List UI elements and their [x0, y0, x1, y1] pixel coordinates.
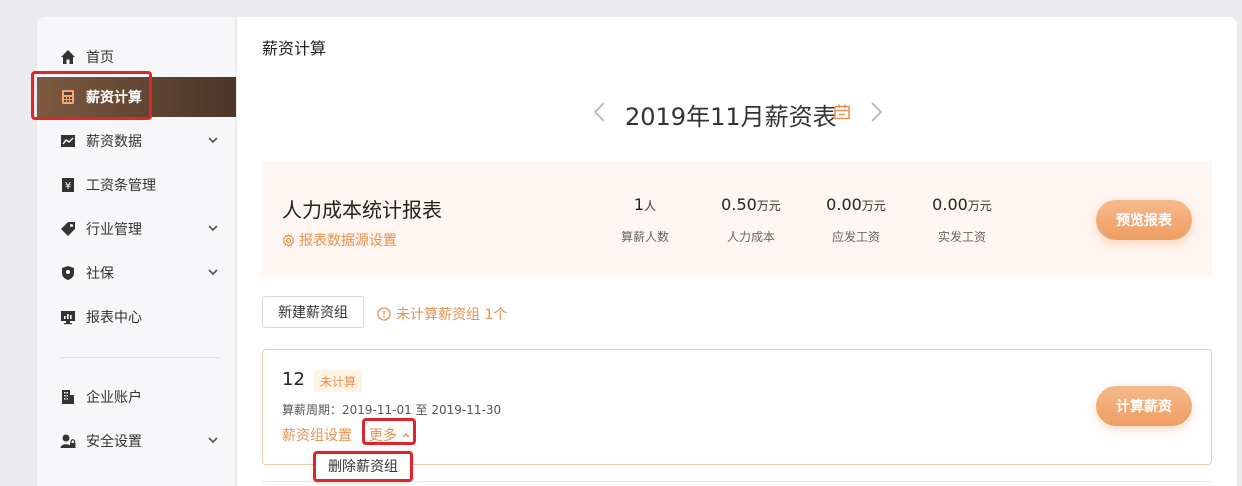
page-title: 薪资计算 — [262, 39, 327, 58]
sidebar-item-salary-calc[interactable]: 薪资计算 — [37, 77, 236, 117]
stat-value: 0.00 — [932, 195, 968, 214]
stat-value: 0.50 — [721, 195, 757, 214]
tag-icon — [60, 221, 76, 237]
building-icon — [60, 389, 76, 405]
stat-unit: 万元 — [861, 199, 886, 213]
sidebar-item-enterprise-account[interactable]: 企业账户 — [37, 377, 236, 417]
stat-value: 1 — [633, 195, 645, 214]
datasource-settings-link[interactable]: 报表数据源设置 — [282, 230, 397, 250]
payslip-icon: ¥ — [60, 177, 76, 193]
sidebar-item-payslip[interactable]: ¥ 工资条管理 — [37, 165, 236, 205]
sidebar-item-industry[interactable]: 行业管理 — [37, 209, 236, 249]
warning-icon — [377, 307, 391, 321]
svg-text:¥: ¥ — [65, 181, 71, 192]
sidebar-item-label: 薪资数据 — [86, 134, 142, 150]
user-lock-icon — [60, 433, 76, 449]
sidebar-item-label: 首页 — [86, 50, 114, 66]
sidebar-item-label: 工资条管理 — [86, 178, 156, 194]
calendar-icon[interactable] — [833, 103, 851, 121]
sidebar-item-report-center[interactable]: 报表中心 — [37, 297, 236, 337]
pending-groups-note: 未计算薪资组 1个 — [377, 304, 507, 324]
chevron-down-icon — [208, 137, 218, 144]
month-title: 2019年11月薪资表 — [625, 103, 837, 131]
stat-label: 人力成本 — [726, 230, 775, 244]
stat-label: 实发工资 — [937, 230, 986, 244]
sidebar-item-social-security[interactable]: 社保 — [37, 253, 236, 293]
stat-net-pay: 0.00万元 实发工资 — [912, 195, 1012, 245]
chevron-down-icon — [208, 269, 218, 276]
stat-labor-cost: 0.50万元 人力成本 — [701, 195, 801, 245]
sidebar-item-home[interactable]: 首页 — [37, 37, 236, 77]
stat-gross-pay: 0.00万元 应发工资 — [806, 195, 906, 245]
stat-headcount: 1人 算薪人数 — [595, 195, 695, 245]
sidebar: 首页 薪资计算 薪资数据 ¥ 工资条管理 行业管理 社保 报表中心 企业账户 安… — [37, 17, 236, 486]
calculate-salary-button[interactable]: 计算薪资 — [1096, 386, 1192, 426]
month-navigator: 2019年11月薪资表 — [237, 95, 1237, 131]
chevron-left-icon[interactable] — [589, 100, 611, 124]
monitor-icon — [60, 309, 76, 325]
sidebar-item-label: 企业账户 — [86, 390, 142, 406]
sidebar-item-security[interactable]: 安全设置 — [37, 421, 236, 461]
sidebar-item-label: 行业管理 — [86, 222, 142, 238]
stat-label: 应发工资 — [831, 230, 880, 244]
more-label: 更多 — [369, 428, 397, 444]
next-card-edge — [262, 481, 1212, 486]
chevron-down-icon — [208, 437, 218, 444]
pending-groups-text: 未计算薪资组 1个 — [396, 307, 508, 323]
new-salary-group-button[interactable]: 新建薪资组 — [262, 296, 364, 328]
cost-report-card: 人力成本统计报表 报表数据源设置 1人 算薪人数 0.50万元 人力成本 0.0… — [262, 161, 1212, 277]
home-icon — [60, 49, 76, 65]
sidebar-item-label: 安全设置 — [86, 434, 142, 450]
status-badge: 未计算 — [314, 370, 363, 392]
cost-report-title: 人力成本统计报表 — [282, 198, 442, 222]
chart-icon — [60, 133, 76, 149]
more-link[interactable]: 更多 — [369, 425, 411, 445]
delete-salary-group-menu-item[interactable]: 删除薪资组 — [315, 451, 411, 481]
sidebar-item-label: 报表中心 — [86, 310, 142, 326]
salary-group-name: 12 — [282, 369, 305, 390]
pay-period: 算薪周期：2019-11-01 至 2019-11-30 — [282, 403, 502, 417]
calculator-icon — [60, 89, 76, 105]
salary-group-settings-link[interactable]: 薪资组设置 — [282, 425, 352, 445]
sidebar-divider — [60, 357, 220, 358]
stat-unit: 万元 — [967, 199, 992, 213]
stat-unit: 人 — [644, 199, 657, 213]
stat-unit: 万元 — [756, 199, 781, 213]
main-panel: 薪资计算 2019年11月薪资表 人力成本统计报表 报表数据源设置 1人 算薪人… — [237, 17, 1237, 486]
preview-report-button[interactable]: 预览报表 — [1096, 200, 1192, 240]
gear-icon — [282, 233, 295, 247]
stat-value: 0.00 — [826, 195, 862, 214]
chevron-down-icon — [208, 225, 218, 232]
salary-group-card: 12 未计算 算薪周期：2019-11-01 至 2019-11-30 薪资组设… — [262, 349, 1212, 465]
datasource-settings-label: 报表数据源设置 — [299, 233, 397, 249]
shield-icon — [60, 265, 76, 281]
sidebar-item-label: 社保 — [86, 266, 114, 282]
sidebar-item-label: 薪资计算 — [86, 90, 142, 106]
sidebar-item-salary-data[interactable]: 薪资数据 — [37, 121, 236, 161]
chevron-up-icon — [402, 433, 410, 438]
stat-label: 算薪人数 — [620, 230, 669, 244]
chevron-right-icon[interactable] — [865, 100, 887, 124]
